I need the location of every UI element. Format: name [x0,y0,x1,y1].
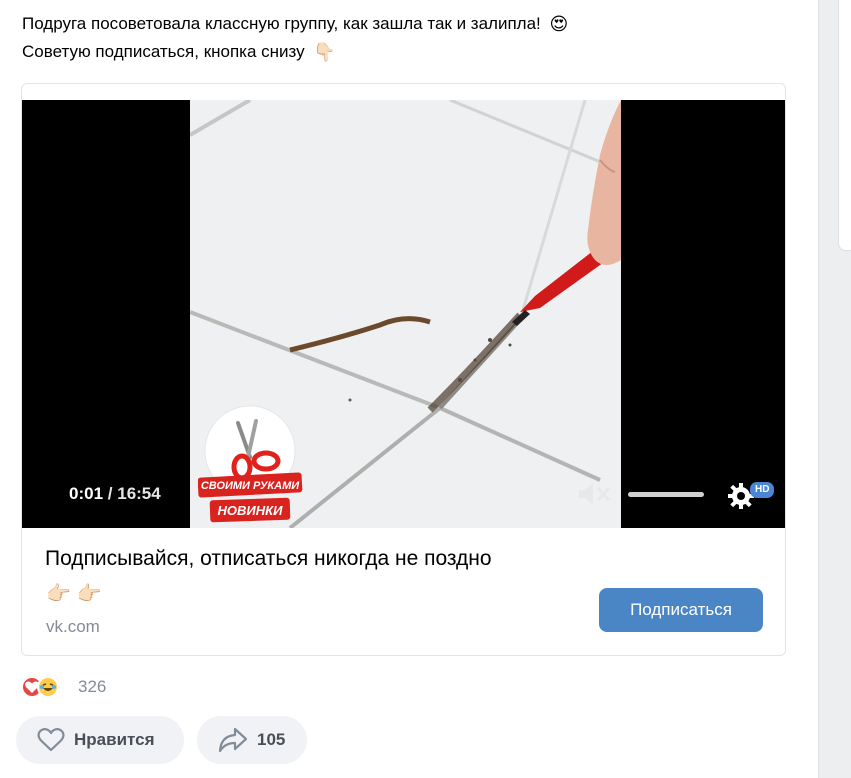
like-button[interactable]: Нравится [16,716,184,764]
post-text-line-2: Советую подписаться, кнопка снизу 👇🏻 [22,38,568,66]
post-text-line-2-content: Советую подписаться, кнопка снизу [22,42,305,61]
sidebar-card-edge [838,0,851,251]
channel-logo: СВОИМИ РУКАМИ НОВИНКИ [198,405,303,523]
post-text-line-1-content: Подруга посоветовала классную группу, ка… [22,14,541,33]
reactions-count: 326 [78,677,107,696]
video-current-time: 0:01 [69,484,104,503]
video-time-separator: / [107,484,113,503]
share-count: 105 [257,730,286,749]
video-time: 0:01 / 16:54 [69,484,161,504]
snippet-domain[interactable]: vk.com [46,617,100,637]
logo-text-line-2: НОВИНКИ [218,503,284,518]
snippet-emojis: 👉🏻👉🏻 [46,583,108,605]
mute-icon[interactable] [577,480,613,508]
logo-text-line-1: СВОИМИ РУКАМИ [201,480,300,492]
subscribe-button[interactable]: Подписаться [599,588,763,632]
share-arrow-icon [218,727,248,753]
heart-eyes-emoji: 😍 [549,14,569,34]
heart-outline-icon [37,728,65,752]
video-duration: 16:54 [117,484,161,503]
snippet-title[interactable]: Подписывайся, отписаться никогда не позд… [45,547,492,571]
post-card: Подруга посоветовала классную группу, ка… [0,0,819,778]
laughing-reaction-icon [37,676,59,698]
post-text-line-1: Подруга посоветовала классную группу, ка… [22,10,568,38]
hd-badge[interactable]: HD [750,482,775,498]
pointing-down-emoji: 👇🏻 [313,42,336,62]
post-text: Подруга посоветовала классную группу, ка… [22,10,568,66]
like-label: Нравится [74,730,155,749]
video-player[interactable]: СВОИМИ РУКАМИ НОВИНКИ 0:01 / 16:54 HD [22,100,785,528]
volume-slider[interactable] [628,492,704,497]
link-snippet[interactable]: СВОИМИ РУКАМИ НОВИНКИ 0:01 / 16:54 HD По… [21,83,786,656]
share-button[interactable]: 105 [197,716,307,764]
